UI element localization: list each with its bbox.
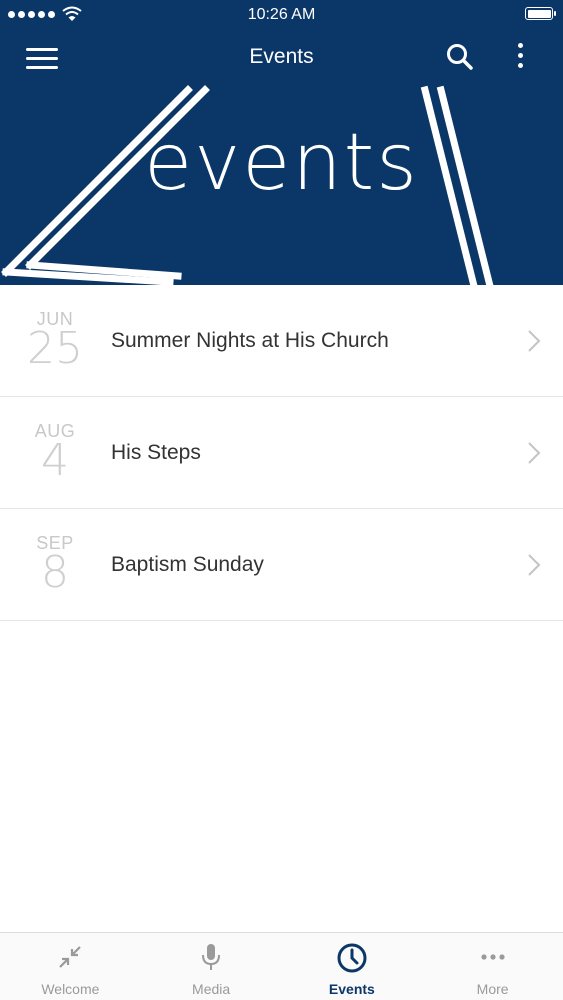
tab-label: Welcome: [41, 981, 100, 997]
clock-icon: [337, 943, 367, 973]
page-title: Events: [249, 45, 314, 68]
event-title: Summer Nights at His Church: [111, 329, 389, 352]
event-date: JUN 25: [20, 309, 90, 374]
chevron-right-icon: [528, 554, 541, 576]
tab-welcome[interactable]: Welcome: [0, 933, 141, 1000]
overflow-menu-button[interactable]: [508, 40, 532, 76]
more-dots-icon: [481, 954, 505, 960]
event-day: 8: [41, 547, 69, 598]
event-row[interactable]: SEP 8 Baptism Sunday: [0, 509, 563, 621]
chevron-right-icon: [528, 442, 541, 464]
tab-bar: Welcome Media Events More: [0, 932, 563, 1000]
tab-more[interactable]: More: [422, 933, 563, 1000]
event-day: 25: [27, 323, 83, 374]
tab-label: Media: [192, 981, 231, 997]
banner-title: events: [144, 118, 419, 208]
hamburger-icon: [26, 48, 58, 51]
collapse-arrows-icon: [59, 946, 82, 968]
status-time: 10:26 AM: [247, 6, 316, 23]
event-row[interactable]: JUN 25 Summer Nights at His Church: [0, 285, 563, 397]
events-list: JUN 25 Summer Nights at His Church AUG 4…: [0, 285, 563, 621]
event-row[interactable]: AUG 4 His Steps: [0, 397, 563, 509]
search-icon: [447, 44, 473, 70]
microphone-icon: [202, 944, 221, 970]
event-day: 4: [41, 435, 69, 486]
vertical-dots-icon: [517, 43, 523, 48]
tab-media[interactable]: Media: [141, 933, 282, 1000]
chevron-right-icon: [528, 330, 541, 352]
nav-bar: Events: [0, 30, 563, 86]
status-bar: 10:26 AM: [0, 0, 563, 30]
tab-events[interactable]: Events: [282, 933, 423, 1000]
event-date: AUG 4: [20, 421, 90, 486]
battery-icon: [525, 7, 556, 20]
tab-label: More: [476, 981, 509, 997]
event-date: SEP 8: [20, 533, 90, 598]
search-button[interactable]: [445, 42, 475, 72]
menu-button[interactable]: [26, 44, 58, 72]
tab-label: Events: [328, 981, 375, 997]
event-title: Baptism Sunday: [111, 553, 264, 576]
event-title: His Steps: [111, 441, 201, 464]
header: events 10:26 AM Events: [0, 0, 563, 285]
